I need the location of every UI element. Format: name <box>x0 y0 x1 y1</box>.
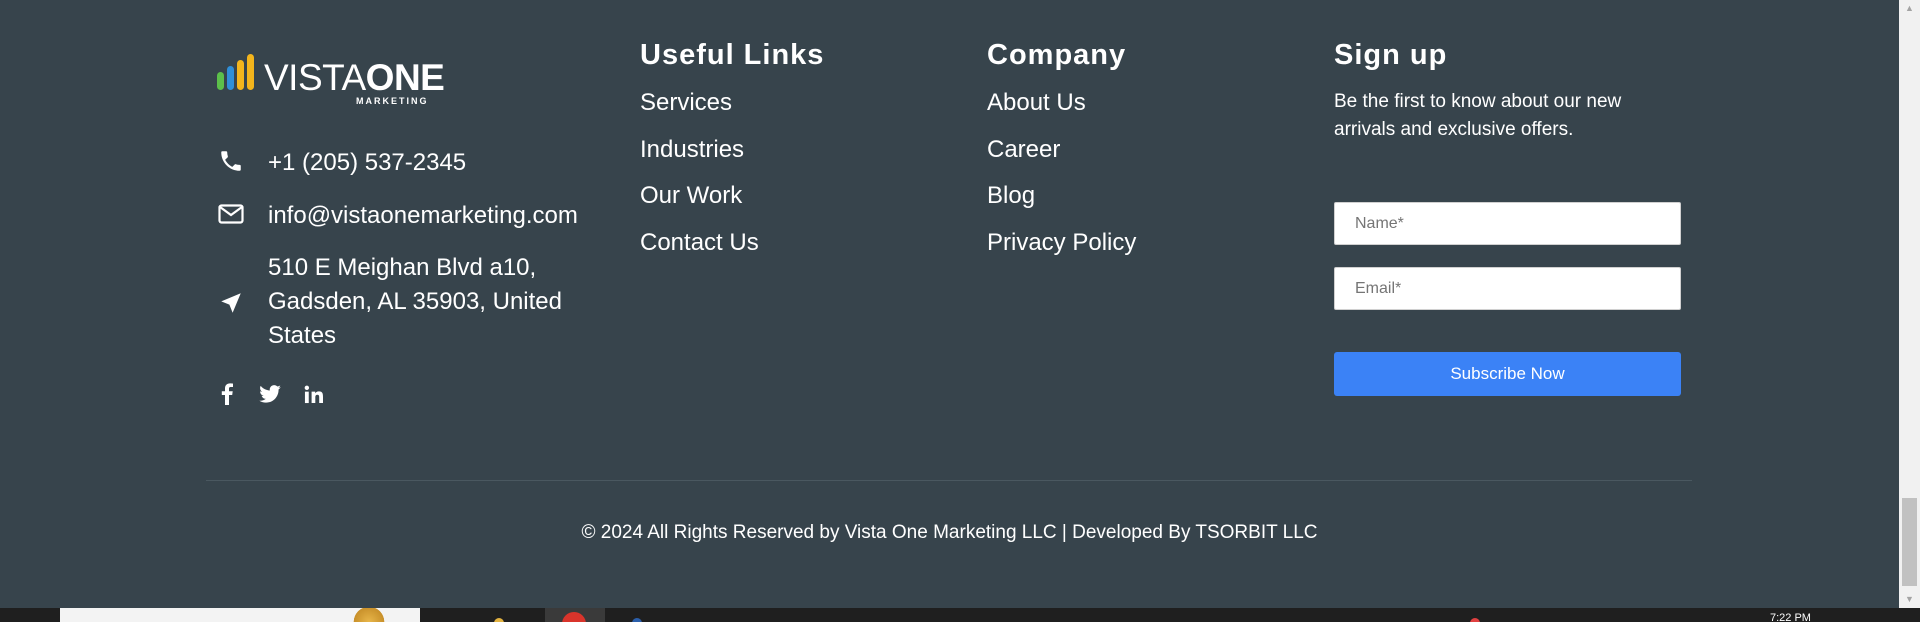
contact-email-row: info@vistaonemarketing.com <box>216 199 578 233</box>
social-icons <box>216 382 324 406</box>
subscribe-button[interactable]: Subscribe Now <box>1334 352 1681 396</box>
logo-text-one: ONE <box>365 57 445 98</box>
signup-column: Sign up Be the first to know about our n… <box>1334 36 1684 144</box>
name-field[interactable] <box>1334 202 1681 245</box>
linkedin-icon[interactable] <box>302 382 324 406</box>
facebook-icon[interactable] <box>216 382 238 406</box>
logo-bars-icon <box>217 54 254 90</box>
logo-wordmark: VISTAONE <box>264 57 445 98</box>
copyright-text: © 2024 All Rights Reserved by Vista One … <box>581 522 1318 543</box>
address-text: 510 E Meighan Blvd a10, Gadsden, AL 3590… <box>268 254 562 349</box>
scroll-up-arrow-icon[interactable]: ▲ <box>1899 0 1920 17</box>
site-footer: VISTAONE MARKETING +1 (205) 537-2345 inf… <box>0 0 1899 608</box>
phone-icon <box>216 146 246 176</box>
link-about-us[interactable]: About Us <box>987 89 1086 116</box>
logo-subtext: MARKETING <box>356 96 429 106</box>
app-icon[interactable] <box>632 618 642 622</box>
signup-title: Sign up <box>1334 39 1448 71</box>
link-contact-us[interactable]: Contact Us <box>640 229 759 256</box>
link-industries[interactable]: Industries <box>640 136 744 163</box>
link-our-work[interactable]: Our Work <box>640 182 742 209</box>
vista-one-logo[interactable]: VISTAONE MARKETING <box>216 52 446 108</box>
email-link[interactable]: info@vistaonemarketing.com <box>268 199 578 233</box>
link-career[interactable]: Career <box>987 136 1060 163</box>
link-services[interactable]: Services <box>640 89 732 116</box>
contact-address-row: 510 E Meighan Blvd a10, Gadsden, AL 3590… <box>216 251 608 353</box>
contact-phone-row: +1 (205) 537-2345 <box>216 146 466 180</box>
taskbar: 7:22 PM <box>0 608 1920 622</box>
twitter-icon[interactable] <box>259 382 281 406</box>
link-privacy-policy[interactable]: Privacy Policy <box>987 229 1136 256</box>
phone-link[interactable]: +1 (205) 537-2345 <box>268 146 466 180</box>
useful-links-title: Useful Links <box>640 39 825 71</box>
logo-text-vista: VISTA <box>264 57 366 98</box>
useful-links-list: Services Industries Our Work Contact Us <box>640 86 824 272</box>
company-links-list: About Us Career Blog Privacy Policy <box>987 86 1136 272</box>
taskbar-clock[interactable]: 7:22 PM <box>1770 612 1811 622</box>
footer-divider <box>206 480 1692 481</box>
file-explorer-icon[interactable] <box>494 618 504 622</box>
tray-app-icon[interactable] <box>1470 618 1480 622</box>
company-title: Company <box>987 39 1127 71</box>
signup-description: Be the first to know about our new arriv… <box>1334 91 1622 140</box>
envelope-icon <box>216 199 246 229</box>
link-blog[interactable]: Blog <box>987 182 1035 209</box>
vertical-scrollbar[interactable]: ▲ ▼ <box>1899 0 1920 608</box>
company-column: Company About Us Career Blog Privacy Pol… <box>987 36 1136 272</box>
scrollbar-thumb[interactable] <box>1902 498 1917 586</box>
email-field[interactable] <box>1334 267 1681 310</box>
scroll-down-arrow-icon[interactable]: ▼ <box>1899 591 1920 608</box>
useful-links-column: Useful Links Services Industries Our Wor… <box>640 36 824 272</box>
location-arrow-icon <box>216 288 246 318</box>
weather-icon[interactable] <box>348 608 390 622</box>
